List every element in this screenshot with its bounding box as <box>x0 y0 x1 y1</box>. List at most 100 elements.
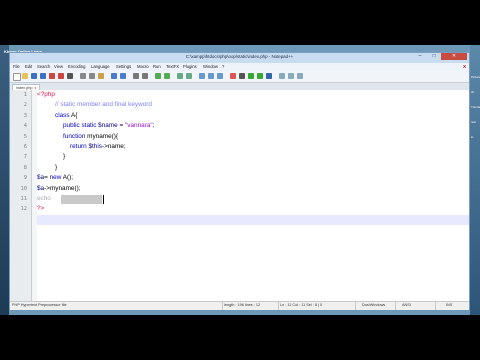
function-name: myname(){ <box>85 132 119 140</box>
keyword: new <box>49 174 62 182</box>
status-position: Ln : 11 Col : 11 Sel : 8 | 0 <box>280 303 323 307</box>
menu-window[interactable]: Window <box>203 64 218 69</box>
code-line-6: return $this->name; <box>70 142 126 152</box>
code-line-1: <?php <box>37 90 55 100</box>
code-line-9: $a= new A(); <box>37 173 73 183</box>
menu-search[interactable]: Search <box>37 64 50 69</box>
title-bar[interactable]: C:\xampp\htdocs\php\oop\static\index.php… <box>10 53 469 62</box>
php-close-tag: ?> <box>37 205 45 213</box>
menu-help[interactable]: ? <box>222 64 224 69</box>
minimize-button[interactable]: – <box>413 53 427 60</box>
desktop-icon-label[interactable]: test <box>471 120 480 124</box>
status-encoding: ANSI <box>402 303 411 307</box>
menu-encoding[interactable]: Encoding <box>68 64 85 69</box>
cut-icon[interactable] <box>80 73 86 79</box>
class-name: A{ <box>69 111 78 119</box>
new-file-icon[interactable] <box>13 73 21 81</box>
replace-icon[interactable] <box>142 73 148 79</box>
undo-icon[interactable] <box>111 73 117 79</box>
stop-macro-icon[interactable] <box>239 73 245 79</box>
zoom-in-icon[interactable] <box>155 73 161 79</box>
status-divider <box>435 302 436 310</box>
record-macro-icon[interactable] <box>230 73 236 79</box>
menu-settings[interactable]: Settings <box>116 64 131 69</box>
close-button[interactable]: ✕ <box>441 53 467 60</box>
paste-icon[interactable] <box>98 73 104 79</box>
code-line-7: } <box>63 152 65 162</box>
sync-horizontal-icon[interactable] <box>186 73 192 79</box>
constructor-call: A(); <box>61 174 74 182</box>
zoom-out-icon[interactable] <box>164 73 170 79</box>
code-line-2: // static member and final keyword <box>55 100 152 110</box>
menu-macro[interactable]: Macro <box>137 64 149 69</box>
menu-language[interactable]: Language <box>91 64 110 69</box>
line-number: 5 <box>23 133 27 140</box>
keyword: class <box>55 111 70 119</box>
word-wrap-icon[interactable] <box>199 73 205 79</box>
variable: $this <box>86 143 102 150</box>
close-document-icon[interactable]: X <box>463 64 466 69</box>
find-icon[interactable] <box>133 73 139 79</box>
menu-plugins[interactable]: Plugins <box>183 64 197 69</box>
open-folder-icon[interactable] <box>22 73 28 79</box>
current-line-highlight <box>10 215 469 226</box>
save-all-icon[interactable] <box>40 73 46 79</box>
close-all-icon[interactable] <box>58 73 64 79</box>
code-line-11: echo <box>37 194 51 204</box>
status-divider <box>355 302 356 310</box>
run-macro-multiple-icon[interactable] <box>257 73 263 79</box>
save-icon[interactable] <box>31 73 37 79</box>
notepad-window: C:\xampp\htdocs\php\oop\static\index.php… <box>9 52 470 310</box>
indent-guide-icon[interactable] <box>217 73 223 79</box>
desktop-icon-label[interactable]: Tutorial <box>471 105 480 109</box>
status-insert-mode: INS <box>446 303 453 307</box>
menu-textfx[interactable]: TextFX <box>166 64 179 69</box>
member-access: ->name; <box>101 143 126 150</box>
status-language: PHP Hypertext Preprocessor file <box>12 303 67 307</box>
line-number: 7 <box>23 154 27 161</box>
line-number: 1 <box>23 92 27 98</box>
echo-keyword: echo <box>37 195 51 202</box>
brace: } <box>55 163 58 171</box>
toolbar <box>10 71 469 83</box>
line-number: 6 <box>23 144 27 150</box>
status-divider <box>395 302 396 310</box>
function-list-icon[interactable] <box>288 73 294 79</box>
line-number: 11 <box>20 196 28 202</box>
code-editor[interactable]: 1 2 3 4 5 6 7 8 9 10 11 12 <?php // stat… <box>10 90 469 302</box>
code-line-5: function myname(){ <box>63 132 118 142</box>
status-eol: Dos\Windows <box>362 303 386 307</box>
line-number: 3 <box>23 112 27 119</box>
string: "vannara" <box>125 122 153 130</box>
desktop-left-edge <box>0 45 9 315</box>
status-divider <box>278 302 279 310</box>
copy-icon[interactable] <box>89 73 95 79</box>
close-file-icon[interactable] <box>49 73 55 79</box>
show-all-characters-icon[interactable] <box>208 73 214 79</box>
desktop-icon-label[interactable]: in <box>471 135 480 139</box>
play-macro-icon[interactable] <box>248 73 254 79</box>
redo-icon[interactable] <box>120 73 126 79</box>
line-number: 10 <box>20 185 28 192</box>
desktop-icon-label[interactable]: Pictures <box>471 75 480 79</box>
menu-edit[interactable]: Edit <box>25 64 32 69</box>
php-open-tag: <?php <box>37 91 55 98</box>
code-line-12: ?> <box>37 204 44 214</box>
menu-view[interactable]: View <box>54 64 63 69</box>
doc-map-icon[interactable] <box>279 73 285 79</box>
print-icon[interactable] <box>67 73 73 79</box>
variable: $name <box>96 122 118 130</box>
save-macro-icon[interactable] <box>266 73 272 79</box>
line-number: 8 <box>23 164 27 171</box>
sync-vertical-icon[interactable] <box>177 73 183 79</box>
folder-workspace-icon[interactable] <box>297 73 303 79</box>
code-line-4: public static $name = "vannara"; <box>63 121 154 131</box>
maximize-button[interactable]: □ <box>427 53 441 60</box>
desktop-icon-label[interactable]: sh <box>471 90 480 94</box>
video-frame: Pictures sh Tutorial test in Khmer Onlin… <box>0 45 480 315</box>
menu-run[interactable]: Run <box>153 64 161 69</box>
line-number: 2 <box>23 102 27 109</box>
menu-file[interactable]: File <box>13 64 20 69</box>
code-line-8: } <box>55 163 57 173</box>
status-bar: PHP Hypertext Preprocessor file length :… <box>10 301 469 310</box>
